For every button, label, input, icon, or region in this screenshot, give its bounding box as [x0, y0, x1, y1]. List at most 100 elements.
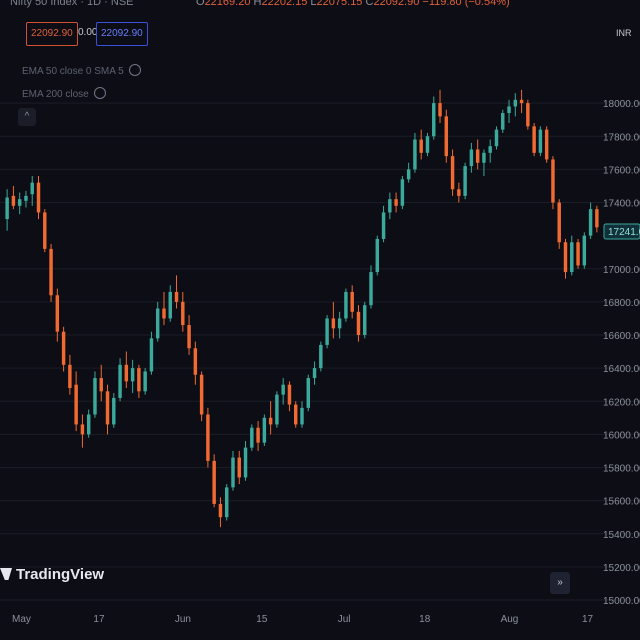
- candle-up: [469, 149, 474, 167]
- candle-down: [68, 364, 72, 388]
- candle-up: [5, 197, 9, 220]
- candle-up: [231, 457, 235, 488]
- candle-down: [105, 391, 110, 425]
- candle-up: [155, 308, 160, 339]
- candle-down: [551, 159, 555, 203]
- candle-down: [124, 364, 129, 382]
- candle-down: [419, 139, 423, 153]
- candle-up: [130, 368, 135, 382]
- tradingview-logo[interactable]: TradingView: [0, 566, 104, 583]
- collapse-legend-button[interactable]: ^: [18, 108, 36, 126]
- candle-down: [595, 209, 599, 228]
- candle-up: [319, 344, 323, 369]
- y-tick-label: 16600.00: [603, 331, 640, 342]
- candle-up: [337, 318, 342, 329]
- candle-up: [570, 242, 574, 273]
- buy-button[interactable]: 22092.90: [96, 22, 148, 46]
- candle-up: [300, 407, 304, 425]
- high-value: 22202.15: [261, 0, 308, 8]
- y-tick-label: 17400.00: [603, 199, 640, 210]
- candle-down: [350, 291, 354, 312]
- ohlc-readout: O22169.20 H22202.15 L22075.15 C22092.90 …: [196, 0, 510, 8]
- currency-label[interactable]: INR: [616, 24, 640, 42]
- candle-up: [118, 364, 122, 398]
- visibility-eye-icon[interactable]: [128, 64, 141, 76]
- indicator-ema-200[interactable]: EMA 200 close: [22, 87, 106, 100]
- last-price-label: 17241.00: [608, 227, 640, 238]
- candle-up: [262, 417, 267, 443]
- candle-up: [17, 199, 22, 206]
- candle-up: [281, 384, 285, 395]
- candle-up: [168, 291, 172, 319]
- candle-up: [369, 272, 373, 306]
- candle-down: [137, 368, 141, 392]
- indicator-ema-50-label: EMA 50 close 0 SMA 5: [22, 66, 124, 77]
- candle-up: [344, 291, 348, 319]
- candle-down: [544, 129, 549, 160]
- candle-down: [36, 182, 41, 213]
- candle-up: [275, 394, 279, 425]
- sell-button[interactable]: 22092.90: [26, 22, 78, 46]
- candle-series: [5, 89, 599, 528]
- change-value: −119.80 (−0.54%): [422, 0, 510, 8]
- x-tick-label: Aug: [501, 614, 519, 625]
- x-tick-label: Jun: [175, 614, 191, 625]
- candle-up: [363, 305, 367, 335]
- candle-down: [576, 242, 580, 266]
- candle-down: [212, 460, 216, 504]
- visibility-eye-icon[interactable]: [93, 87, 106, 99]
- candle-up: [588, 209, 593, 236]
- candle-down: [256, 427, 260, 443]
- candle-up: [463, 166, 467, 196]
- y-tick-label: 16000.00: [603, 430, 640, 441]
- candle-down: [218, 503, 223, 518]
- candle-up: [381, 212, 386, 239]
- candle-up: [400, 179, 405, 206]
- price-axis[interactable]: 18000.0017800.0017600.0017400.0017000.00…: [603, 99, 640, 607]
- symbol-title[interactable]: Nifty 50 Index · 1D · NSE: [10, 0, 134, 8]
- indicator-ema-50[interactable]: EMA 50 close 0 SMA 5: [22, 64, 141, 77]
- candle-up: [413, 139, 417, 170]
- x-tick-label: Jul: [338, 614, 351, 625]
- scroll-to-realtime-button[interactable]: »: [550, 572, 570, 594]
- low-value: 22075.15: [316, 0, 363, 8]
- candle-down: [563, 242, 568, 273]
- y-tick-label: 16400.00: [603, 364, 640, 375]
- logo-text: TradingView: [16, 566, 105, 583]
- candle-down: [457, 189, 461, 196]
- candle-up: [482, 152, 486, 163]
- candle-up: [224, 487, 229, 518]
- y-tick-label: 15600.00: [603, 497, 640, 508]
- time-axis[interactable]: May 17 Jun 15 Jul 18 Aug 17: [12, 614, 594, 625]
- candle-up: [86, 414, 91, 435]
- candle-up: [406, 169, 411, 180]
- candle-down: [294, 404, 298, 425]
- candle-down: [61, 331, 66, 365]
- tradingview-logo-icon: [0, 568, 12, 580]
- candle-down: [532, 126, 536, 153]
- candle-down: [162, 308, 166, 319]
- close-value: 22092.90: [373, 0, 420, 8]
- candle-up: [312, 368, 317, 379]
- candle-down: [557, 202, 561, 243]
- candle-up: [388, 199, 392, 213]
- x-tick-label: 17: [93, 614, 105, 625]
- x-tick-label: May: [12, 614, 31, 625]
- candle-up: [494, 129, 499, 147]
- candle-down: [174, 291, 179, 302]
- candle-up: [488, 146, 492, 153]
- y-tick-label: 15000.00: [603, 596, 640, 607]
- indicator-ema-200-label: EMA 200 close: [22, 89, 89, 100]
- x-tick-label: 18: [419, 614, 431, 625]
- candle-down: [356, 311, 361, 335]
- candle-down: [74, 384, 78, 425]
- open-value: 22169.20: [204, 0, 251, 8]
- candle-up: [112, 397, 116, 425]
- candle-down: [49, 248, 53, 296]
- candle-up: [30, 182, 34, 195]
- candle-up: [375, 238, 380, 273]
- y-tick-label: 15200.00: [603, 563, 640, 574]
- candle-down: [193, 348, 198, 375]
- candle-down: [43, 212, 47, 249]
- candle-up: [582, 235, 587, 266]
